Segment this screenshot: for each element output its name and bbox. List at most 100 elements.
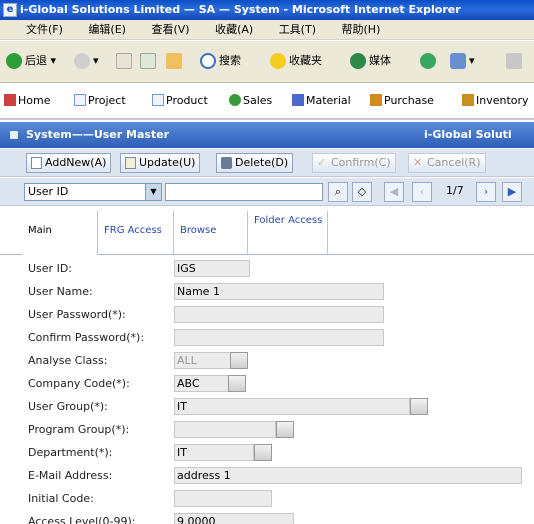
module-link-bar: Home Project Product Sales Material Purc… bbox=[0, 84, 534, 120]
media-button[interactable]: 媒体 bbox=[350, 50, 391, 72]
back-arrow-icon bbox=[6, 53, 22, 69]
menu-file[interactable]: 文件(F) bbox=[26, 23, 63, 36]
access-level-field[interactable]: 9.0000 bbox=[174, 513, 294, 524]
warehouse-icon bbox=[462, 94, 474, 106]
search-field-select[interactable]: User ID ▼ bbox=[24, 183, 162, 201]
password-field[interactable] bbox=[174, 306, 384, 323]
user-form: User ID: IGS User Name: Name 1 User Pass… bbox=[0, 256, 534, 524]
favorites-button[interactable]: 收藏夹 bbox=[270, 50, 322, 72]
action-bar: AddNew(A) Update(U) Delete(D) ✓ Confirm(C… bbox=[0, 149, 534, 177]
history-icon bbox=[420, 53, 436, 69]
cart-icon bbox=[370, 94, 382, 106]
search-input[interactable] bbox=[165, 183, 323, 201]
tab-folder-access[interactable]: Folder Access bbox=[248, 211, 328, 255]
confirm-password-field[interactable] bbox=[174, 329, 384, 346]
history-button[interactable] bbox=[420, 50, 439, 72]
refresh-icon bbox=[140, 53, 156, 69]
row-confirm-password: Confirm Password(*): bbox=[0, 329, 534, 349]
user-id-field[interactable]: IGS bbox=[174, 260, 250, 277]
link-home[interactable]: Home bbox=[4, 94, 50, 107]
user-group-lookup-button[interactable] bbox=[410, 398, 428, 415]
row-department: Department(*): IT bbox=[0, 444, 534, 464]
add-new-button[interactable]: AddNew(A) bbox=[26, 153, 112, 173]
print-button[interactable] bbox=[506, 50, 525, 72]
email-field[interactable]: address 1 bbox=[174, 467, 522, 484]
page-icon bbox=[152, 94, 164, 106]
refresh-button[interactable] bbox=[140, 50, 159, 72]
tab-bar: Main FRG Access Browse Folder Access bbox=[0, 207, 534, 255]
module-title: System——User Master bbox=[26, 128, 170, 141]
department-lookup-button[interactable] bbox=[254, 444, 272, 461]
stop-icon bbox=[116, 53, 132, 69]
link-material[interactable]: Material bbox=[292, 94, 351, 107]
search-bar: User ID ▼ ⌕ ◇ ◀ ‹ 1/7 › ▶ bbox=[0, 178, 534, 206]
cancel-button[interactable]: ✕ Cancel(R) bbox=[408, 153, 486, 173]
search-icon[interactable]: ⌕ bbox=[328, 182, 348, 202]
row-analyse-class: Analyse Class: ALL bbox=[0, 352, 534, 372]
window-title-bar: e i-Global Solutions Limited — SA — Syst… bbox=[0, 0, 534, 20]
menu-view[interactable]: 查看(V) bbox=[151, 23, 189, 36]
browser-toolbar: 后退 ▾ ▾ 搜索 收藏夹 媒体 ▾ bbox=[0, 41, 534, 83]
chevron-down-icon[interactable] bbox=[230, 352, 248, 369]
forward-button[interactable]: ▾ bbox=[74, 50, 99, 72]
user-name-field[interactable]: Name 1 bbox=[174, 283, 384, 300]
first-page-icon[interactable]: ◀ bbox=[384, 182, 404, 202]
tab-browse[interactable]: Browse bbox=[174, 211, 248, 255]
stop-button[interactable] bbox=[116, 50, 135, 72]
row-user-group: User Group(*): IT bbox=[0, 398, 534, 418]
mail-button[interactable]: ▾ bbox=[450, 50, 475, 72]
home-icon bbox=[4, 94, 16, 106]
tab-frg-access[interactable]: FRG Access bbox=[98, 211, 174, 255]
globe-icon bbox=[229, 94, 241, 106]
row-company-code: Company Code(*): ABC bbox=[0, 375, 534, 395]
star-icon bbox=[270, 53, 286, 69]
row-user-id: User ID: IGS bbox=[0, 260, 534, 280]
company-name: i-Global Soluti bbox=[424, 128, 512, 141]
user-group-field[interactable]: IT bbox=[174, 398, 410, 415]
company-code-field[interactable]: ABC bbox=[174, 375, 230, 392]
menu-bar: 文件(F) 编辑(E) 查看(V) 收藏(A) 工具(T) 帮助(H) bbox=[0, 20, 534, 40]
row-password: User Password(*): bbox=[0, 306, 534, 326]
ie-icon: e bbox=[3, 3, 17, 17]
search-button[interactable]: 搜索 bbox=[200, 50, 241, 72]
confirm-button[interactable]: ✓ Confirm(C) bbox=[312, 153, 396, 173]
menu-favorites[interactable]: 收藏(A) bbox=[215, 23, 253, 36]
row-program-group: Program Group(*): bbox=[0, 421, 534, 441]
mail-icon bbox=[450, 53, 466, 69]
tab-main[interactable]: Main bbox=[22, 211, 98, 255]
menu-tools[interactable]: 工具(T) bbox=[279, 23, 316, 36]
edit-icon bbox=[125, 157, 136, 169]
link-project[interactable]: Project bbox=[74, 94, 126, 107]
module-header: System——User Master i-Global Soluti bbox=[0, 122, 534, 148]
link-product[interactable]: Product bbox=[152, 94, 208, 107]
initial-code-field[interactable] bbox=[174, 490, 272, 507]
close-icon: ✕ bbox=[413, 156, 423, 169]
new-page-icon bbox=[31, 157, 42, 169]
print-icon bbox=[506, 53, 522, 69]
department-field[interactable]: IT bbox=[174, 444, 254, 461]
home-button[interactable] bbox=[166, 50, 185, 72]
window-title: i-Global Solutions Limited — SA — System… bbox=[20, 3, 461, 16]
update-button[interactable]: Update(U) bbox=[120, 153, 201, 173]
menu-edit[interactable]: 编辑(E) bbox=[88, 23, 126, 36]
prev-page-icon[interactable]: ‹ bbox=[412, 182, 432, 202]
box-icon bbox=[292, 94, 304, 106]
link-sales[interactable]: Sales bbox=[229, 94, 272, 107]
back-button[interactable]: 后退 ▾ bbox=[6, 50, 56, 72]
program-group-lookup-button[interactable] bbox=[276, 421, 294, 438]
module-icon bbox=[10, 131, 18, 139]
page-icon bbox=[74, 94, 86, 106]
company-lookup-button[interactable] bbox=[228, 375, 246, 392]
clear-search-icon[interactable]: ◇ bbox=[352, 182, 372, 202]
row-user-name: User Name: Name 1 bbox=[0, 283, 534, 303]
forward-arrow-icon bbox=[74, 53, 90, 69]
program-group-field[interactable] bbox=[174, 421, 276, 438]
row-initial-code: Initial Code: bbox=[0, 490, 534, 510]
menu-help[interactable]: 帮助(H) bbox=[342, 23, 381, 36]
last-page-icon[interactable]: ▶ bbox=[502, 182, 522, 202]
link-inventory[interactable]: Inventory bbox=[462, 94, 529, 107]
delete-button[interactable]: Delete(D) bbox=[216, 153, 294, 173]
link-purchase[interactable]: Purchase bbox=[370, 94, 434, 107]
next-page-icon[interactable]: › bbox=[476, 182, 496, 202]
trash-icon bbox=[221, 157, 232, 169]
